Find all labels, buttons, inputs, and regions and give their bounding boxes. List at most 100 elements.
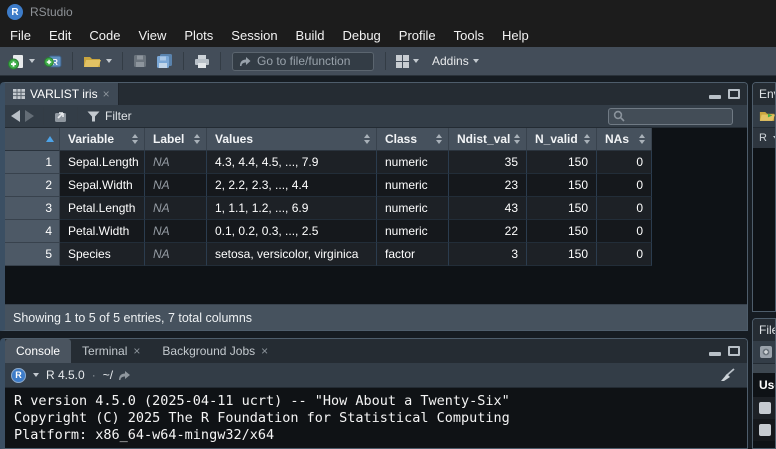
menu-edit[interactable]: Edit: [40, 24, 80, 47]
files-column-header: [753, 364, 776, 373]
back-arrow-icon[interactable]: [11, 110, 20, 122]
console-output[interactable]: R version 4.5.0 (2025-04-11 ucrt) -- "Ho…: [5, 388, 747, 448]
close-icon[interactable]: ×: [103, 88, 110, 100]
save-all-button[interactable]: [153, 49, 176, 73]
r-version-icon[interactable]: R: [11, 368, 26, 383]
ndist-cell: 22: [449, 220, 527, 243]
column-header-values[interactable]: Values: [207, 128, 377, 151]
variable-cell: Petal.Width: [60, 220, 145, 243]
column-header-class[interactable]: Class: [377, 128, 449, 151]
popout-window-icon[interactable]: [53, 110, 68, 123]
nas-cell: 0: [597, 197, 652, 220]
table-row[interactable]: 3Petal.LengthNA1, 1.1, 1.2, ..., 6.9nume…: [5, 197, 747, 220]
menu-build[interactable]: Build: [287, 24, 334, 47]
close-icon[interactable]: ×: [261, 345, 268, 357]
nas-cell: 0: [597, 174, 652, 197]
menu-profile[interactable]: Profile: [390, 24, 445, 47]
column-header-ndist_val[interactable]: Ndist_val: [449, 128, 527, 151]
column-header-label[interactable]: Label: [145, 128, 207, 151]
tab-varlist-iris[interactable]: VARLIST iris ×: [5, 83, 119, 105]
open-file-button[interactable]: [80, 49, 115, 73]
column-header-label: N_valid: [535, 132, 580, 146]
menu-plots[interactable]: Plots: [175, 24, 222, 47]
label-cell: NA: [145, 197, 207, 220]
tab-console[interactable]: Console: [5, 339, 71, 363]
row-index-cell: 2: [5, 174, 60, 197]
data-viewer-pane: VARLIST iris × Filter: [0, 82, 748, 331]
files-tab-label: Files: [759, 323, 776, 337]
chevron-down-icon: [473, 59, 479, 63]
save-all-icon: [156, 53, 173, 69]
table-row[interactable]: 1Sepal.LengthNA4.3, 4.4, 4.5, ..., 7.9nu…: [5, 151, 747, 174]
minimize-icon[interactable]: [709, 90, 721, 99]
variable-cell: Petal.Length: [60, 197, 145, 220]
clear-console-button[interactable]: [719, 368, 741, 382]
working-directory-label[interactable]: ~/: [103, 368, 113, 382]
forward-arrow-icon[interactable]: [25, 110, 34, 122]
tab-background-jobs[interactable]: Background Jobs×: [151, 339, 279, 363]
tab-environment[interactable]: Environment: [753, 83, 776, 105]
new-folder-icon[interactable]: [759, 345, 773, 359]
workspace-panes-button[interactable]: [393, 49, 422, 73]
close-icon[interactable]: ×: [133, 345, 140, 357]
print-icon: [194, 54, 210, 69]
menu-session[interactable]: Session: [222, 24, 286, 47]
ndist-cell: 35: [449, 151, 527, 174]
files-path-header[interactable]: Users: [753, 373, 776, 397]
new-project-button[interactable]: R: [41, 49, 65, 73]
table-search-input[interactable]: [608, 108, 733, 125]
addins-button[interactable]: Addins: [425, 49, 482, 73]
pane-window-buttons: [709, 346, 747, 356]
table-row[interactable]: 2Sepal.WidthNA2, 2.2, 2.3, ..., 4.4numer…: [5, 174, 747, 197]
menu-tools[interactable]: Tools: [445, 24, 493, 47]
file-checkbox[interactable]: [759, 402, 771, 414]
file-list-item[interactable]: [753, 419, 776, 441]
ndist-cell: 3: [449, 243, 527, 266]
menu-file[interactable]: File: [1, 24, 40, 47]
menu-help[interactable]: Help: [493, 24, 538, 47]
tab-label: Console: [16, 344, 60, 358]
chevron-down-icon: [33, 373, 39, 377]
maximize-icon[interactable]: [728, 89, 740, 99]
print-button[interactable]: [191, 49, 213, 73]
file-checkbox[interactable]: [759, 424, 771, 436]
column-header-label: NAs: [605, 132, 635, 146]
column-header-n_valid[interactable]: N_valid: [527, 128, 597, 151]
maximize-icon[interactable]: [728, 346, 740, 356]
ndist-cell: 43: [449, 197, 527, 220]
table-row[interactable]: 5SpeciesNAsetosa, versicolor, virginicaf…: [5, 243, 747, 266]
new-file-button[interactable]: [5, 49, 38, 73]
sort-icon: [194, 134, 200, 144]
panes-grid-icon: [396, 55, 409, 68]
class-cell: numeric: [377, 220, 449, 243]
filter-label[interactable]: Filter: [105, 109, 132, 123]
table-row[interactable]: 4Petal.WidthNA0.1, 0.2, 0.3, ..., 2.5num…: [5, 220, 747, 243]
language-label: R: [759, 132, 767, 144]
tab-files[interactable]: Files: [753, 319, 776, 341]
menu-view[interactable]: View: [129, 24, 175, 47]
save-button[interactable]: [130, 49, 150, 73]
goto-directory-icon[interactable]: [118, 370, 131, 381]
table-body: 1Sepal.LengthNA4.3, 4.4, 4.5, ..., 7.9nu…: [5, 151, 747, 266]
minimize-icon[interactable]: [709, 347, 721, 356]
class-cell: factor: [377, 243, 449, 266]
file-list-item[interactable]: [753, 397, 776, 419]
row-index-cell: 3: [5, 197, 60, 220]
console-line: Copyright (C) 2025 The R Foundation for …: [14, 410, 747, 427]
environment-language-selector[interactable]: R: [753, 128, 776, 148]
goto-file-input[interactable]: Go to file/function: [232, 52, 374, 71]
column-header-variable[interactable]: Variable: [60, 128, 145, 151]
menu-debug[interactable]: Debug: [333, 24, 389, 47]
open-folder-icon: [83, 54, 102, 69]
menu-code[interactable]: Code: [80, 24, 129, 47]
label-cell: NA: [145, 151, 207, 174]
tab-terminal[interactable]: Terminal×: [71, 339, 151, 363]
label-cell: NA: [145, 174, 207, 197]
row-index-cell: 1: [5, 151, 60, 174]
values-cell: setosa, versicolor, virginica: [207, 243, 377, 266]
column-header-nas[interactable]: NAs: [597, 128, 652, 151]
filter-funnel-icon[interactable]: [87, 111, 100, 122]
console-line: R version 4.5.0 (2025-04-11 ucrt) -- "Ho…: [14, 393, 747, 410]
row-index-header[interactable]: [5, 128, 60, 151]
load-workspace-folder-icon[interactable]: [759, 109, 776, 123]
